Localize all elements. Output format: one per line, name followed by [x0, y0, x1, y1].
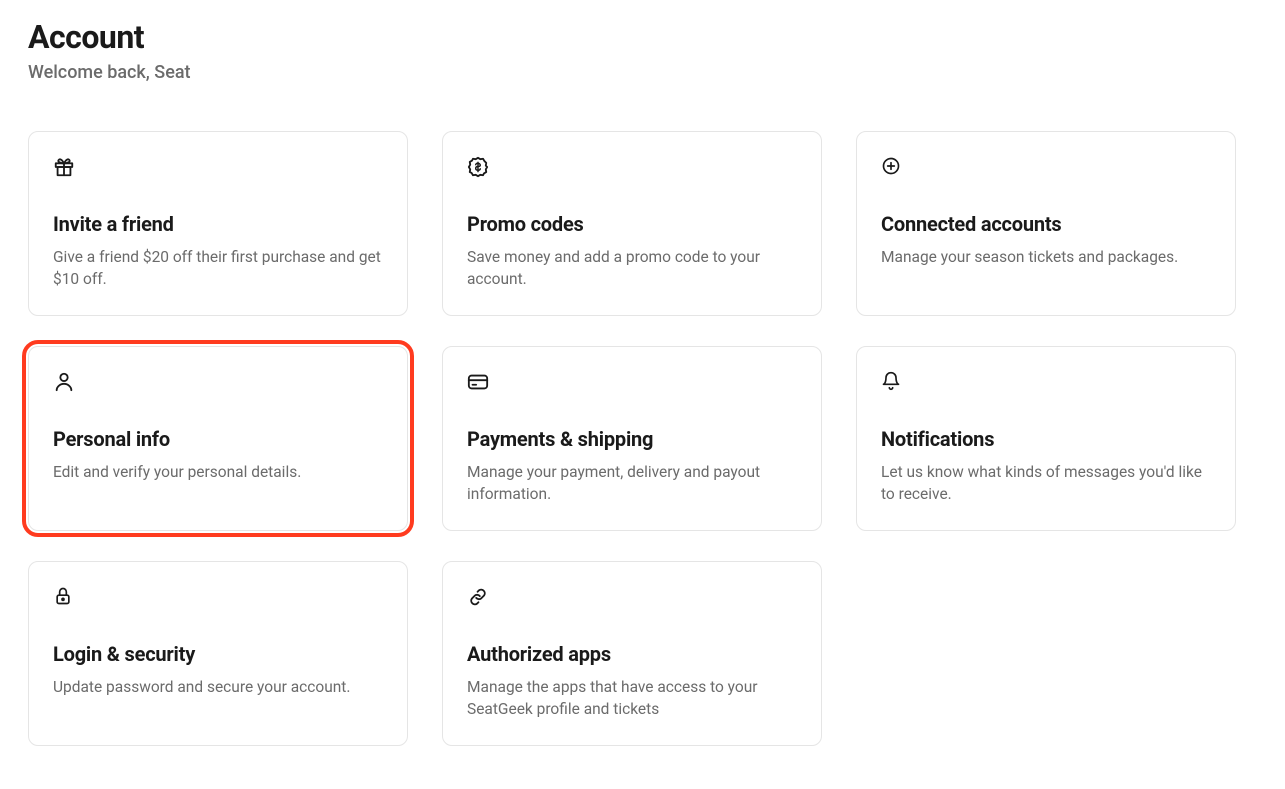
link-icon — [467, 586, 491, 610]
card-desc: Let us know what kinds of messages you'd… — [881, 461, 1211, 506]
page-subtitle: Welcome back, Seat — [28, 62, 1257, 83]
card-desc: Edit and verify your personal details. — [53, 461, 383, 483]
card-login-security[interactable]: Login & security Update password and sec… — [28, 561, 408, 746]
card-desc: Manage your season tickets and packages. — [881, 246, 1211, 268]
card-invite-friend[interactable]: Invite a friend Give a friend $20 off th… — [28, 131, 408, 316]
card-desc: Update password and secure your account. — [53, 676, 383, 698]
card-connected-accounts[interactable]: Connected accounts Manage your season ti… — [856, 131, 1236, 316]
bell-icon — [881, 371, 905, 395]
card-authorized-apps[interactable]: Authorized apps Manage the apps that hav… — [442, 561, 822, 746]
card-personal-info[interactable]: Personal info Edit and verify your perso… — [28, 346, 408, 531]
card-title: Payments & shipping — [467, 427, 797, 451]
card-title: Personal info — [53, 427, 383, 451]
card-title: Notifications — [881, 427, 1211, 451]
card-promo-codes[interactable]: Promo codes Save money and add a promo c… — [442, 131, 822, 316]
card-desc: Manage your payment, delivery and payout… — [467, 461, 797, 506]
lock-icon — [53, 586, 77, 610]
card-desc: Save money and add a promo code to your … — [467, 246, 797, 291]
credit-card-icon — [467, 371, 491, 395]
card-title: Connected accounts — [881, 212, 1211, 236]
card-desc: Manage the apps that have access to your… — [467, 676, 797, 721]
plus-circle-icon — [881, 156, 905, 180]
promo-badge-icon — [467, 156, 491, 180]
card-title: Promo codes — [467, 212, 797, 236]
person-icon — [53, 371, 77, 395]
card-title: Login & security — [53, 642, 383, 666]
card-notifications[interactable]: Notifications Let us know what kinds of … — [856, 346, 1236, 531]
card-title: Authorized apps — [467, 642, 797, 666]
gift-icon — [53, 156, 77, 180]
page-title: Account — [28, 18, 1257, 56]
account-card-grid: Invite a friend Give a friend $20 off th… — [28, 131, 1257, 746]
card-title: Invite a friend — [53, 212, 383, 236]
card-payments-shipping[interactable]: Payments & shipping Manage your payment,… — [442, 346, 822, 531]
card-desc: Give a friend $20 off their first purcha… — [53, 246, 383, 291]
